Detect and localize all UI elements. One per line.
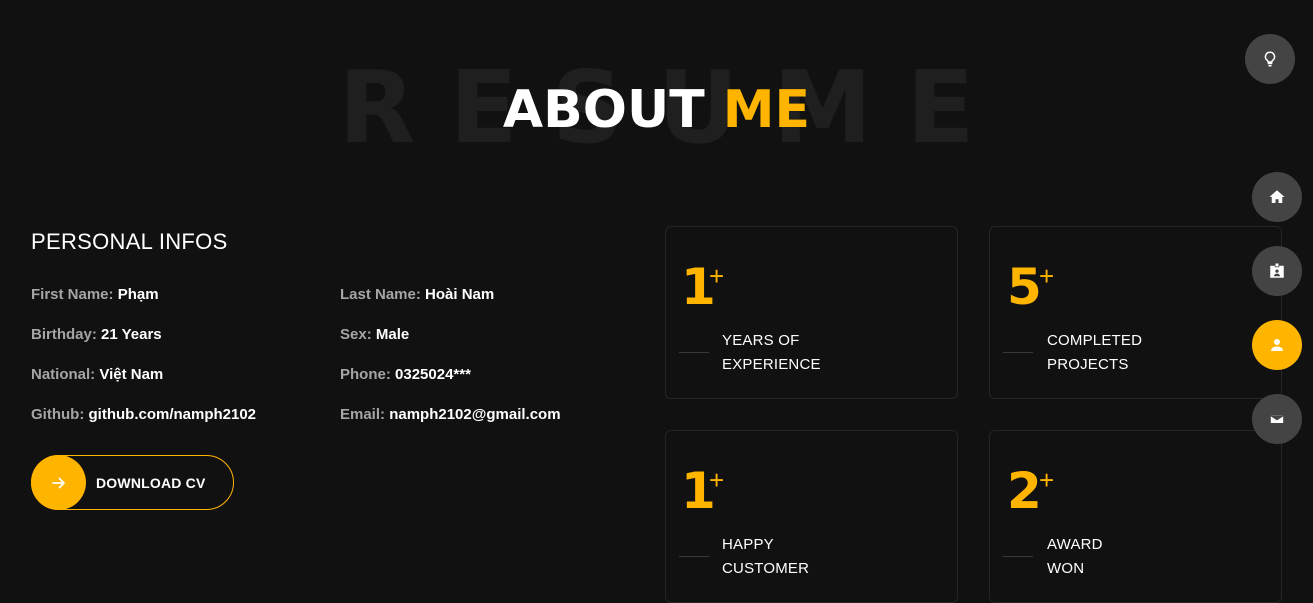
stat-divider (679, 352, 709, 353)
stat-divider (679, 556, 709, 557)
stat-number: 5 (1007, 258, 1042, 316)
info-phone: Phone: 0325024*** (340, 366, 640, 384)
stat-label-line2: WON (1047, 560, 1085, 577)
stat-label-line1: YEARS OF (722, 332, 800, 349)
info-value: 0325024*** (395, 366, 471, 383)
stat-plus: + (709, 261, 725, 291)
info-value: Việt Nam (99, 366, 164, 383)
nav-home-button[interactable] (1252, 172, 1302, 222)
info-email: Email: namph2102@gmail.com (340, 406, 640, 424)
stat-box-customers: 1 + HAPPY CUSTOMER (665, 430, 958, 603)
stat-label-line2: PROJECTS (1047, 356, 1129, 373)
stat-divider (1003, 556, 1033, 557)
download-cv-button[interactable]: DOWNLOAD CV (31, 455, 234, 510)
stat-label-line1: AWARD (1047, 536, 1103, 553)
title-accent: ME (722, 80, 811, 140)
info-first-name: First Name: Phạm (31, 286, 340, 304)
user-icon (1271, 339, 1283, 351)
nav-contact-button[interactable] (1252, 394, 1302, 444)
info-label: Last Name: (340, 286, 421, 303)
stat-divider (1003, 352, 1033, 353)
lightbulb-icon (1264, 51, 1276, 67)
info-label: Email: (340, 406, 386, 423)
page-title: ABOUT ME (0, 80, 1313, 140)
info-value: github.com/namph2102 (88, 406, 257, 423)
info-github: Github: github.com/namph2102 (31, 406, 340, 424)
section-title: RESUME ABOUT ME (0, 50, 1313, 170)
stat-label: COMPLETED PROJECTS (1047, 329, 1247, 377)
home-icon (1269, 190, 1285, 203)
info-national: National: Việt Nam (31, 366, 340, 384)
personal-infos: PERSONAL INFOS First Name: Phạm Last Nam… (31, 228, 631, 423)
info-grid: First Name: Phạm Last Name: Hoài Nam Bir… (31, 286, 640, 424)
id-card-icon (1270, 263, 1284, 278)
theme-toggle-button[interactable] (1245, 34, 1295, 84)
info-label: Sex: (340, 326, 372, 343)
info-label: Birthday: (31, 326, 97, 343)
info-label: First Name: (31, 286, 114, 303)
personal-heading: PERSONAL INFOS (31, 229, 228, 254)
info-last-name: Last Name: Hoài Nam (340, 286, 640, 304)
stat-label-line1: COMPLETED (1047, 332, 1143, 349)
arrow-right-icon (31, 455, 86, 510)
stat-plus: + (1039, 465, 1055, 495)
info-label: National: (31, 366, 96, 383)
title-main: ABOUT (502, 80, 705, 140)
nav-profile-button[interactable] (1252, 320, 1302, 370)
stat-label: HAPPY CUSTOMER (722, 533, 922, 581)
info-value: Male (375, 326, 410, 343)
stat-plus: + (709, 465, 725, 495)
stat-label: AWARD WON (1047, 533, 1247, 581)
stat-plus: + (1039, 261, 1055, 291)
info-value: Hoài Nam (425, 286, 495, 303)
info-value: 21 Years (101, 326, 162, 343)
stat-label-line2: EXPERIENCE (722, 356, 821, 373)
stat-box-experience: 1 + YEARS OF EXPERIENCE (665, 226, 958, 399)
info-value: namph2102@gmail.com (389, 406, 561, 423)
stat-label-line1: HAPPY (722, 536, 774, 553)
stat-box-projects: 5 + COMPLETED PROJECTS (989, 226, 1282, 399)
info-label: Phone: (340, 366, 391, 383)
envelope-icon (1269, 413, 1285, 425)
info-birthday: Birthday: 21 Years (31, 326, 340, 344)
nav-about-button[interactable] (1252, 246, 1302, 296)
info-label: Github: (31, 406, 85, 423)
stat-number: 2 (1007, 462, 1042, 520)
info-value: Phạm (117, 286, 159, 303)
stat-box-awards: 2 + AWARD WON (989, 430, 1282, 603)
download-cv-label: DOWNLOAD CV (96, 474, 206, 491)
info-sex: Sex: Male (340, 326, 640, 344)
stat-label: YEARS OF EXPERIENCE (722, 329, 922, 377)
stat-label-line2: CUSTOMER (722, 560, 810, 577)
